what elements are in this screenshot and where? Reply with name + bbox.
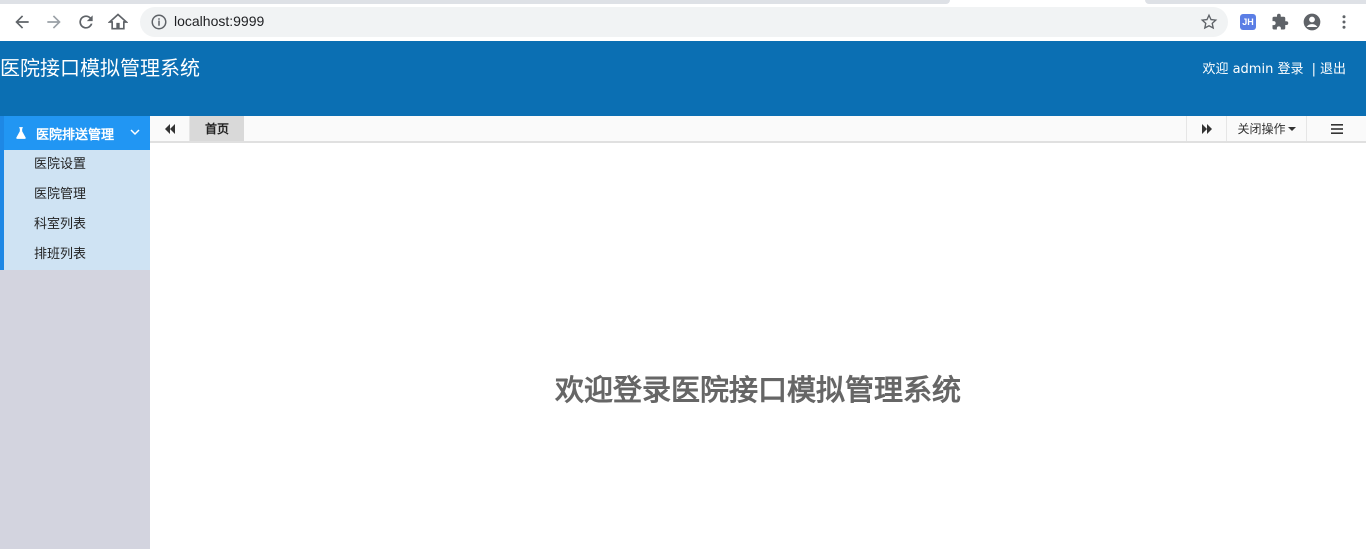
- app-header: 医院接口模拟管理系统 欢迎 admin 登录 | 退出: [0, 41, 1366, 116]
- forward-button[interactable]: [40, 8, 68, 36]
- double-chevron-right-icon: [1201, 123, 1212, 134]
- tab-home[interactable]: 首页: [190, 116, 244, 141]
- back-button[interactable]: [8, 8, 36, 36]
- chevron-down-icon: [130, 129, 140, 136]
- arrow-right-icon: [47, 15, 61, 29]
- sidebar-group-hospital-push[interactable]: 医院排送管理: [0, 116, 150, 150]
- home-button[interactable]: [104, 8, 132, 36]
- reload-icon: [79, 15, 93, 29]
- hamburger-icon: [1330, 123, 1343, 134]
- extensions-puzzle-icon[interactable]: [1269, 11, 1291, 33]
- jh-extension-icon[interactable]: JH: [1240, 14, 1256, 30]
- sidebar-item-hospital-settings[interactable]: 医院设置: [4, 150, 150, 180]
- tab-menu-button[interactable]: [1306, 116, 1366, 141]
- sidebar-item-department-list[interactable]: 科室列表: [4, 210, 150, 240]
- header-user-area: 欢迎 admin 登录 | 退出: [1198, 58, 1346, 77]
- logout-link[interactable]: 退出: [1320, 62, 1346, 77]
- sidebar-item-schedule-list[interactable]: 排班列表: [4, 240, 150, 270]
- arrow-left-icon: [15, 15, 29, 29]
- browser-menu-icon[interactable]: [1333, 11, 1355, 33]
- tab-bar: 首页 关闭操作: [150, 116, 1366, 143]
- url-text[interactable]: localhost:9999: [174, 13, 264, 29]
- sidebar: 医院排送管理 医院设置 医院管理 科室列表 排班列表: [0, 116, 150, 549]
- tab-scroll-left-button[interactable]: [150, 116, 190, 141]
- bookmark-star-icon[interactable]: [1200, 13, 1218, 31]
- close-operations-label: 关闭操作: [1237, 122, 1286, 136]
- caret-down-icon: [1287, 126, 1296, 131]
- tabstrip-edge-right: [1145, 0, 1366, 4]
- reload-button[interactable]: [72, 8, 100, 36]
- sidebar-item-hospital-management[interactable]: 医院管理: [4, 180, 150, 210]
- browser-toolbar: localhost:9999 JH: [0, 0, 1366, 41]
- double-chevron-left-icon: [164, 123, 175, 134]
- flask-icon: [16, 127, 26, 139]
- tab-scroll-right-button[interactable]: [1186, 116, 1226, 141]
- welcome-heading: 欢迎登录医院接口模拟管理系统: [554, 373, 961, 407]
- sidebar-submenu: 医院设置 医院管理 科室列表 排班列表: [0, 150, 150, 270]
- profile-avatar-icon[interactable]: [1301, 11, 1323, 33]
- main-content: 欢迎登录医院接口模拟管理系统: [150, 143, 1366, 549]
- tabstrip-edge: [0, 0, 950, 4]
- app-title: 医院接口模拟管理系统: [0, 56, 200, 80]
- info-icon[interactable]: [150, 13, 168, 31]
- close-operations-dropdown[interactable]: 关闭操作: [1226, 116, 1306, 141]
- address-bar[interactable]: localhost:9999: [140, 7, 1228, 37]
- header-separator: |: [1311, 62, 1316, 77]
- welcome-user-text: 欢迎 admin 登录: [1202, 62, 1304, 77]
- home-icon: [108, 13, 128, 30]
- sidebar-group-label: 医院排送管理: [36, 127, 115, 143]
